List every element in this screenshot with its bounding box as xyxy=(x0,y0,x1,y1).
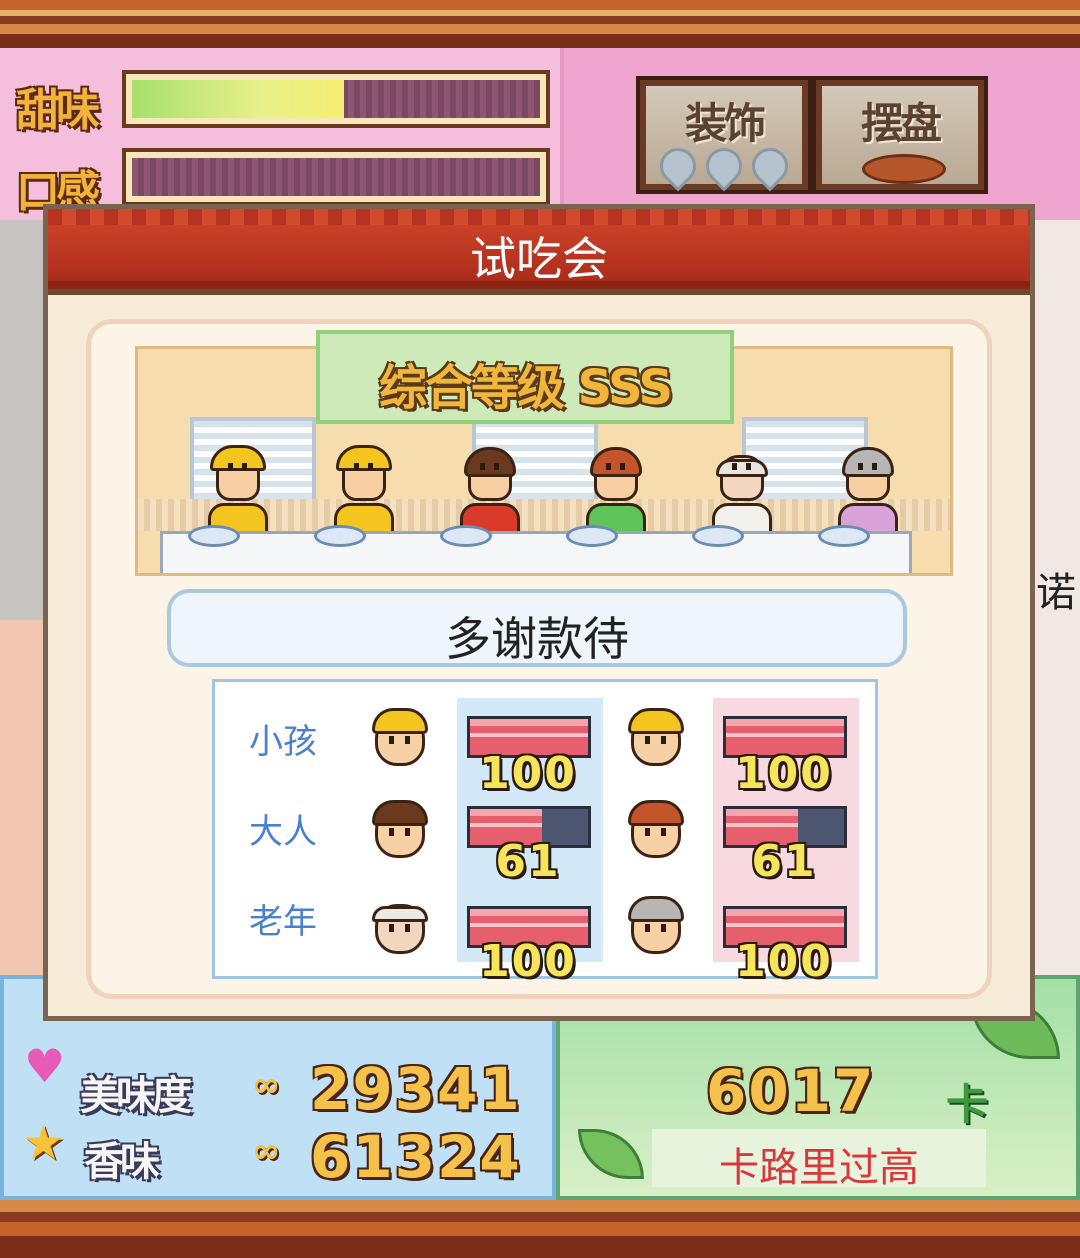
star-icon: ★ xyxy=(22,1115,66,1171)
decor-button-label: 装饰 xyxy=(684,99,766,148)
plate xyxy=(188,525,240,547)
score-value: 100 xyxy=(479,936,577,987)
droplet-icons xyxy=(652,140,796,192)
score-value: 100 xyxy=(479,748,577,799)
plate-icon xyxy=(862,154,946,184)
age-label-child: 小孩 xyxy=(249,722,317,762)
tasting-table xyxy=(160,531,912,573)
sweetness-bar-fill xyxy=(132,80,345,118)
score-value: 61 xyxy=(495,836,561,887)
side-partial-text: 诺 xyxy=(1036,570,1076,616)
tasting-dialog: 试吃会 综合等级 SSS 多谢款待 小孩 100 100 大人 61 61 老年… xyxy=(43,204,1035,1021)
child-face-icon xyxy=(625,706,687,770)
age-label-adult: 大人 xyxy=(249,812,317,852)
heart-icon: ♥ xyxy=(24,1039,66,1093)
flavor-label: 美味度 xyxy=(80,1073,192,1119)
speech-text: 多谢款待 xyxy=(445,612,629,666)
plate xyxy=(314,525,366,547)
calorie-warning-box: 卡路里过高 xyxy=(652,1129,986,1191)
infinity-icon: ∞ xyxy=(252,1131,281,1171)
sweetness-label: 甜味 xyxy=(16,85,100,136)
infinity-icon: ∞ xyxy=(252,1065,281,1105)
taste-panel: 甜味 口感 xyxy=(0,48,564,220)
score-value: 100 xyxy=(735,936,833,987)
speech-bubble: 多谢款待 xyxy=(167,589,907,667)
calorie-unit: 卡 xyxy=(946,1080,989,1129)
plate xyxy=(818,525,870,547)
dialog-title-bar: 试吃会 xyxy=(48,209,1030,295)
plate xyxy=(692,525,744,547)
plate xyxy=(566,525,618,547)
droplet-icon xyxy=(652,140,704,192)
bottom-border xyxy=(0,1200,1080,1258)
plate xyxy=(440,525,492,547)
score-value: 100 xyxy=(735,748,833,799)
elder-woman-face-icon xyxy=(625,894,687,958)
elder-man-face-icon xyxy=(369,894,431,958)
overall-rating-box: 综合等级 SSS xyxy=(316,330,734,424)
age-label-senior: 老年 xyxy=(249,902,317,942)
leaf-icon xyxy=(578,1129,644,1179)
adult-man-face-icon xyxy=(369,798,431,862)
left-floor xyxy=(0,620,44,975)
score-value: 61 xyxy=(751,836,817,887)
texture-bar xyxy=(122,148,550,206)
droplet-icon xyxy=(698,140,750,192)
top-border xyxy=(0,0,1080,48)
calorie-warning: 卡路里过高 xyxy=(719,1145,919,1191)
calorie-value: 6017 xyxy=(706,1057,876,1125)
decor-button[interactable]: 装饰 xyxy=(636,76,812,194)
overall-rating: 综合等级 SSS xyxy=(378,360,673,416)
flavor-value: 29341 xyxy=(310,1055,522,1123)
plating-button[interactable]: 摆盘 xyxy=(812,76,988,194)
sweetness-bar xyxy=(122,70,550,128)
adult-woman-face-icon xyxy=(625,798,687,862)
droplet-icon xyxy=(744,140,796,192)
left-wall xyxy=(0,220,44,620)
aroma-label: 香味 xyxy=(84,1139,160,1185)
child-face-icon xyxy=(369,706,431,770)
score-panel: 小孩 100 100 大人 61 61 老年 100 100 xyxy=(212,679,878,987)
dialog-title: 试吃会 xyxy=(470,232,608,286)
plating-button-label: 摆盘 xyxy=(860,99,942,148)
aroma-value: 61324 xyxy=(310,1123,522,1191)
